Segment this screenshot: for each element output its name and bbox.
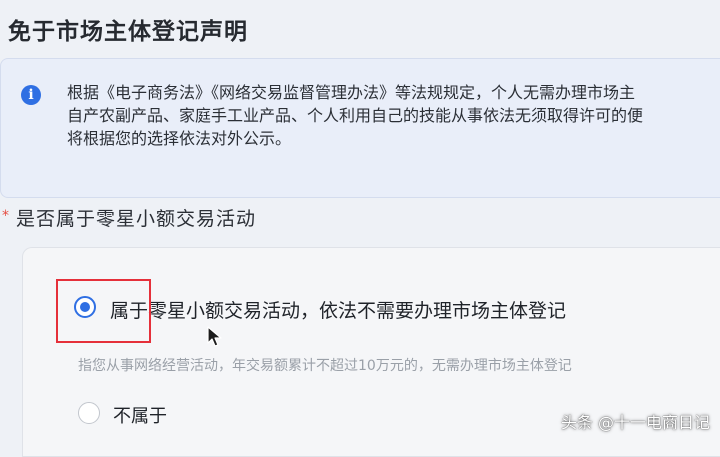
page-title: 免于市场主体登记声明	[8, 19, 248, 45]
info-icon: i	[21, 85, 41, 105]
mouse-cursor-icon	[207, 326, 222, 347]
notice-line-2: 自产农副产品、家庭手工业产品、个人利用自己的技能从事依法无须取得许可的便	[67, 106, 644, 125]
option-yes-label[interactable]: 属于零星小额交易活动，依法不需要办理市场主体登记	[110, 296, 566, 323]
option-yes-description: 指您从事网络经营活动，年交易额累计不超过10万元的，无需办理市场主体登记	[78, 358, 572, 374]
notice-box: i 根据《电子商务法》《网络交易监督管理办法》等法规规定，个人无需办理市场主 自…	[0, 58, 720, 198]
radio-option-no[interactable]	[78, 402, 100, 424]
radio-option-yes[interactable]	[74, 296, 96, 318]
notice-text: 根据《电子商务法》《网络交易监督管理办法》等法规规定，个人无需办理市场主 自产农…	[67, 81, 720, 150]
notice-line-1: 根据《电子商务法》《网络交易监督管理办法》等法规规定，个人无需办理市场主	[67, 83, 636, 102]
required-marker: *	[2, 208, 9, 224]
section-title: 是否属于零星小额交易活动	[16, 208, 257, 230]
watermark: 头条 @十一电商日记	[560, 413, 710, 432]
option-no-label[interactable]: 不属于	[113, 402, 167, 428]
notice-line-3: 将根据您的选择依法对外公示。	[67, 129, 292, 148]
